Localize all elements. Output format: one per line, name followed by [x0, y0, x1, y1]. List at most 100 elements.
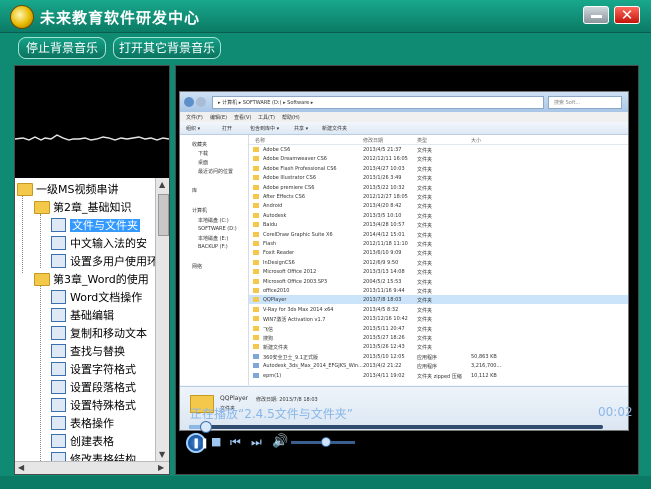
seek-bar[interactable] — [189, 421, 603, 433]
nav-downloads: 下载 — [198, 151, 209, 157]
file-row[interactable]: Adobe CS6 2013/4/5 21:37 文件夹 — [249, 145, 628, 154]
tree-item[interactable]: 创建表格 — [51, 433, 114, 451]
file-row[interactable]: 飞信 2013/5/11 20:47 文件夹 — [249, 324, 628, 333]
next-icon[interactable]: ⏭ — [251, 435, 262, 450]
file-row[interactable]: Microsoft Office 2003.SP3 2004/5/2 15:53 文… — [249, 277, 628, 286]
nav-drive-f: BACKUP (F:) — [198, 244, 228, 250]
stop-icon[interactable]: ■ — [211, 435, 221, 448]
nav-drive-c: 本地磁盘 (C:) — [198, 218, 229, 224]
lesson-tree[interactable]: 一级MS视频串讲 第2章_基础知识 文件与文件夹 中文输入法的安 设置多用户使用… — [15, 178, 155, 461]
tree-chapter-3[interactable]: 第3章_Word的使用 — [34, 271, 149, 289]
tree-item[interactable]: 查找与替换 — [51, 343, 125, 361]
tree-item[interactable]: 复制和移动文本 — [51, 325, 147, 343]
close-button[interactable]: ✕ — [614, 6, 640, 24]
scroll-thumb[interactable] — [158, 194, 169, 236]
file-row[interactable]: Autodesk 2013/3/5 10:10 文件夹 — [249, 211, 628, 220]
file-row[interactable]: office2010 2013/11/16 9:44 文件夹 — [249, 286, 628, 295]
file-row[interactable]: Flash 2012/11/18 11:10 文件夹 — [249, 239, 628, 248]
file-row[interactable]: Autodesk_3ds_Max_2014_EFGJKS_Win... 2013/… — [249, 361, 628, 370]
scroll-right-icon[interactable]: ▶ — [158, 463, 164, 472]
file-type: 文件夹 — [417, 279, 433, 286]
file-row[interactable]: Adobe Dreamweaver CS6 2012/12/11 16:05 文件夹 — [249, 154, 628, 163]
file-type: 文件夹 — [417, 185, 433, 192]
folder-icon — [253, 156, 259, 162]
tree-item-input-method[interactable]: 中文输入法的安 — [51, 235, 147, 253]
file-row[interactable]: CorelDraw Graphic Suite X6 2014/4/12 15:0… — [249, 230, 628, 239]
file-row[interactable]: epm(1) 2013/4/11 19:02 文件夹 zipped 压缩 10,112… — [249, 371, 628, 380]
explorer-file-list[interactable]: Adobe CS6 2013/4/5 21:37 文件夹 Adobe Dreamwea… — [249, 145, 628, 385]
tree-item-files-folders[interactable]: 文件与文件夹 — [51, 217, 140, 235]
volume-slider[interactable] — [291, 437, 355, 447]
tree-root[interactable]: 一级MS视频串讲 — [17, 181, 118, 199]
file-type: 文件夹 — [417, 307, 433, 314]
minimize-button[interactable] — [583, 6, 609, 24]
file-row[interactable]: Adobe Flash Professional CS6 2013/4/27 10… — [249, 164, 628, 173]
now-playing-text: 正在播放“2.4.5文件与文件夹” — [190, 407, 353, 421]
col-date: 修改日期 — [363, 138, 384, 144]
tree-item-multi-user[interactable]: 设置多用户使用环 — [51, 253, 155, 271]
tree-item[interactable]: 设置特殊格式 — [51, 397, 136, 415]
seek-handle[interactable] — [199, 421, 212, 433]
file-date: 2013/4/27 10:03 — [363, 165, 405, 172]
tree-item[interactable]: 设置段落格式 — [51, 379, 136, 397]
tree-item[interactable]: 表格操作 — [51, 415, 114, 433]
file-type: 文件夹 — [417, 326, 433, 333]
tree-item[interactable]: Word文档操作 — [51, 289, 142, 307]
file-date: 2013/1/26 3:49 — [363, 175, 402, 182]
file-type: 文件夹 — [417, 176, 433, 183]
title-bar: 未来教育软件研发中心 ✕ — [0, 0, 651, 33]
tree-item[interactable]: 修改表格结构 — [51, 451, 136, 461]
file-row[interactable]: 新建文件夹 2013/5/26 12:43 文件夹 — [249, 342, 628, 351]
scroll-left-icon[interactable]: ◀ — [18, 463, 24, 472]
elapsed-time: 00:02 — [598, 405, 633, 419]
tree-item[interactable]: 基础编辑 — [51, 307, 114, 325]
cmd-share: 共享 ▾ — [294, 126, 309, 132]
video-doc-icon — [51, 218, 66, 232]
volume-icon[interactable]: 🔊 — [272, 434, 288, 449]
file-row[interactable]: Baidu 2013/4/28 10:57 文件夹 — [249, 220, 628, 229]
file-row[interactable]: Android 2013/4/20 8:42 文件夹 — [249, 201, 628, 210]
col-type: 类型 — [417, 138, 428, 144]
file-type: 文件夹 — [417, 232, 433, 239]
col-size: 大小 — [471, 138, 482, 144]
menu-view: 查看(V) — [234, 115, 252, 121]
file-row[interactable]: V-Ray for 3ds Max 2014 x64 2013/4/5 8:32 文… — [249, 305, 628, 314]
open-music-button[interactable]: 打开其它背景音乐 — [113, 37, 221, 59]
file-row[interactable]: QQPlayer 2013/7/8 18:03 文件夹 — [249, 295, 628, 305]
file-row[interactable]: Adobe Illustrator CS6 2013/1/26 3:49 文件夹 — [249, 173, 628, 182]
file-type: 文件夹 — [417, 317, 433, 324]
file-row[interactable]: Foxit Reader 2013/6/10 9:09 文件夹 — [249, 248, 628, 257]
video-doc-icon — [51, 326, 66, 340]
folder-icon — [253, 250, 259, 256]
file-date: 2012/6/9 9:50 — [363, 259, 399, 266]
file-row[interactable]: 360安全卫士_9.1正式版 2013/5/10 12:05 应用程序 50,863 … — [249, 352, 628, 361]
file-date: 2013/3/5 10:10 — [363, 212, 402, 219]
file-row[interactable]: WIN7激活 Activation v1.7 2013/12/16 10:42 文件… — [249, 314, 628, 323]
status-bar — [0, 476, 651, 489]
file-date: 2014/4/12 15:01 — [363, 231, 405, 238]
tree-item[interactable]: 设置字符格式 — [51, 361, 136, 379]
previous-icon[interactable]: ⏮ — [230, 435, 241, 450]
file-row[interactable]: 搜狗 2013/5/27 18:26 文件夹 — [249, 333, 628, 342]
close-icon: ✕ — [620, 6, 634, 24]
file-row[interactable]: InDesignCS6 2012/6/9 9:50 文件夹 — [249, 258, 628, 267]
file-row[interactable]: After Effects CS6 2012/12/27 18:05 文件夹 — [249, 192, 628, 201]
nav-drive-d: SOFTWARE (D:) — [198, 226, 237, 232]
scroll-down-icon[interactable]: ▼ — [159, 450, 165, 459]
file-type: 文件夹 — [417, 345, 433, 352]
play-pause-button[interactable]: ❚❚ — [186, 433, 209, 453]
tree-chapter-2[interactable]: 第2章_基础知识 — [34, 199, 132, 217]
file-type: 文件夹 — [417, 298, 433, 305]
video-doc-icon — [51, 254, 66, 268]
tree-vertical-scrollbar[interactable]: ▲ ▼ — [155, 178, 169, 461]
file-row[interactable]: Microsoft Office 2012 2013/3/13 14:08 文件夹 — [249, 267, 628, 276]
file-row[interactable]: Adobe premiere CS6 2013/5/22 10:32 文件夹 — [249, 183, 628, 192]
scroll-up-icon[interactable]: ▲ — [159, 180, 165, 189]
folder-icon — [253, 316, 259, 322]
window-title: 未来教育软件研发中心 — [40, 9, 201, 27]
cmd-new-folder: 新建文件夹 — [322, 126, 348, 132]
video-doc-icon — [51, 416, 66, 430]
video-frame[interactable]: ▸ 计算机 ▸ SOFTWARE (D:) ▸ Software ▸ 搜索 So… — [179, 91, 629, 431]
tree-horizontal-scrollbar[interactable]: ◀ ▶ — [15, 461, 169, 474]
stop-music-button[interactable]: 停止背景音乐 — [18, 37, 106, 59]
